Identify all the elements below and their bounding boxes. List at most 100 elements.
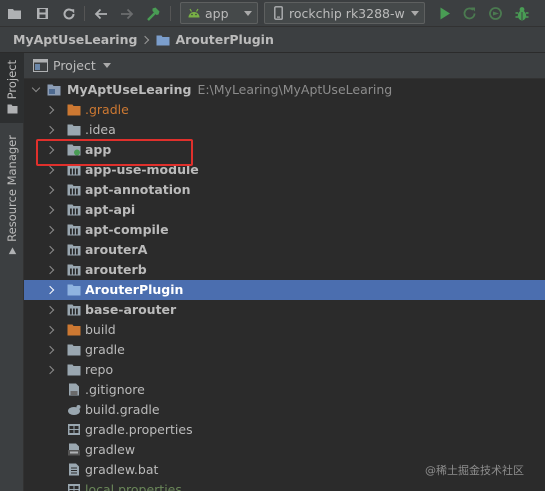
main-toolbar: app rockchip rk3288-w xyxy=(0,0,545,27)
tool-window-strip: Project Resource Manager xyxy=(0,53,24,491)
tree-item-label: base-arouter xyxy=(85,302,177,317)
properties-file-icon xyxy=(68,424,80,435)
tree-item-base-arouter[interactable]: base-arouter xyxy=(24,300,545,320)
tree-item-idea[interactable]: .idea xyxy=(24,120,545,140)
tree-item-aroutera[interactable]: arouterA xyxy=(24,240,545,260)
folder-icon xyxy=(67,104,81,116)
tree-item-label: gradlew xyxy=(85,442,136,457)
module-icon xyxy=(67,204,81,216)
android-icon xyxy=(187,8,201,18)
tree-item-gradle[interactable]: .gradle xyxy=(24,100,545,120)
chevron-right-icon[interactable] xyxy=(45,225,55,235)
tree-item-gradle-properties[interactable]: gradle.properties xyxy=(24,420,545,440)
chevron-right-icon[interactable] xyxy=(45,125,55,135)
folder-icon xyxy=(67,284,81,296)
run-icon[interactable] xyxy=(436,5,453,22)
module-icon xyxy=(67,184,81,196)
toolbar-separator xyxy=(84,6,85,21)
bug-icon[interactable] xyxy=(513,5,530,22)
breadcrumb-root-label: MyAptUseLearing xyxy=(13,32,138,47)
watermark: @稀土掘金技术社区 xyxy=(425,464,524,477)
device-label: rockchip rk3288-w xyxy=(289,5,405,21)
make-hammer-icon[interactable] xyxy=(144,5,161,22)
chevron-down-icon xyxy=(102,63,111,68)
run-configuration-select[interactable]: app xyxy=(180,2,258,24)
tree-item-gradlew[interactable]: gradlew xyxy=(24,440,545,460)
project-folder-icon xyxy=(47,84,61,96)
tab-project-label: Project xyxy=(5,60,19,100)
tree-item-label: build.gradle xyxy=(85,402,160,417)
module-icon xyxy=(67,304,81,316)
chevron-down-icon[interactable] xyxy=(31,83,41,93)
project-view-icon xyxy=(33,59,48,72)
tab-project[interactable]: Project xyxy=(0,53,24,123)
view-mode-select[interactable]: Project xyxy=(53,58,111,73)
tree-item-label: ArouterPlugin xyxy=(85,282,184,297)
tree-item-build-gradle[interactable]: build.gradle xyxy=(24,400,545,420)
breadcrumb-current-label: ArouterPlugin xyxy=(175,32,274,47)
breadcrumb-item-current[interactable]: ArouterPlugin xyxy=(156,32,274,47)
highlight-box xyxy=(36,139,193,166)
tree-item-local-properties[interactable]: local.properties xyxy=(24,480,545,491)
chevron-right-icon[interactable] xyxy=(45,205,55,215)
tab-resource-manager[interactable]: Resource Manager xyxy=(0,135,24,255)
forward-icon[interactable] xyxy=(118,5,135,22)
save-icon[interactable] xyxy=(34,5,51,22)
project-path: E:\MyLearing\MyAptUseLearing xyxy=(197,82,393,97)
gradle-file-icon xyxy=(68,405,81,415)
tree-item-arouterb[interactable]: arouterb xyxy=(24,260,545,280)
tree-item-label: local.properties xyxy=(85,482,182,491)
folder-open-icon[interactable] xyxy=(6,5,23,22)
folder-icon xyxy=(7,104,17,114)
run-configuration-label: app xyxy=(205,5,229,21)
tree-root-row[interactable]: MyAptUseLearing E:\MyLearing\MyAptUseLear… xyxy=(24,80,545,100)
module-icon xyxy=(67,244,81,256)
tree-item-apt-compile[interactable]: apt-compile xyxy=(24,220,545,240)
module-icon xyxy=(67,264,81,276)
tree-item-label: gradle.properties xyxy=(85,422,193,437)
chevron-right-icon[interactable] xyxy=(45,325,55,335)
chevron-right-icon[interactable] xyxy=(45,265,55,275)
resource-manager-icon xyxy=(8,247,16,254)
tree-item-gradle[interactable]: gradle xyxy=(24,340,545,360)
chevron-right-icon[interactable] xyxy=(45,345,55,355)
chevron-right-icon xyxy=(141,35,150,44)
chevron-right-icon[interactable] xyxy=(45,165,55,175)
tree-item-arouterplugin[interactable]: ArouterPlugin xyxy=(24,280,545,300)
tree-item-apt-api[interactable]: apt-api xyxy=(24,200,545,220)
properties-file-icon xyxy=(68,484,80,491)
folder-icon xyxy=(67,124,81,136)
tree-item-label: arouterA xyxy=(85,242,148,257)
tree-item-repo[interactable]: repo xyxy=(24,360,545,380)
device-select[interactable]: rockchip rk3288-w xyxy=(264,2,425,24)
tree-item-label: apt-compile xyxy=(85,222,169,237)
chevron-right-icon[interactable] xyxy=(45,285,55,295)
tree-item-label-text: gradle xyxy=(88,102,129,117)
folder-icon xyxy=(67,364,81,376)
chevron-right-icon[interactable] xyxy=(45,305,55,315)
tree-item-apt-annotation[interactable]: apt-annotation xyxy=(24,180,545,200)
chevron-right-icon[interactable] xyxy=(45,185,55,195)
chevron-right-icon[interactable] xyxy=(45,245,55,255)
chevron-right-icon[interactable] xyxy=(45,365,55,375)
toolbar-separator xyxy=(170,6,171,21)
debug-icon[interactable] xyxy=(487,5,504,22)
chevron-down-icon xyxy=(244,10,252,16)
tree-item-label: apt-api xyxy=(85,202,136,217)
back-icon[interactable] xyxy=(92,5,109,22)
breadcrumb-item-root[interactable]: MyAptUseLearing xyxy=(13,32,137,47)
tree-item-label: build xyxy=(85,322,116,337)
tab-resource-manager-label: Resource Manager xyxy=(5,135,19,242)
sync-icon[interactable] xyxy=(60,5,77,22)
gitignore-file-icon xyxy=(69,383,79,396)
exec-file-icon xyxy=(68,443,80,456)
device-icon xyxy=(274,6,283,20)
apply-changes-icon[interactable] xyxy=(461,5,478,22)
text-file-icon xyxy=(69,463,79,476)
tree-root-label: MyAptUseLearing E:\MyLearing\MyAptUseLear… xyxy=(67,82,392,97)
tree-item-label: .gitignore xyxy=(85,382,145,397)
tree-item-build[interactable]: build xyxy=(24,320,545,340)
tree-item-gitignore[interactable]: .gitignore xyxy=(24,380,545,400)
view-mode-label: Project xyxy=(53,58,96,73)
chevron-right-icon[interactable] xyxy=(45,105,55,115)
